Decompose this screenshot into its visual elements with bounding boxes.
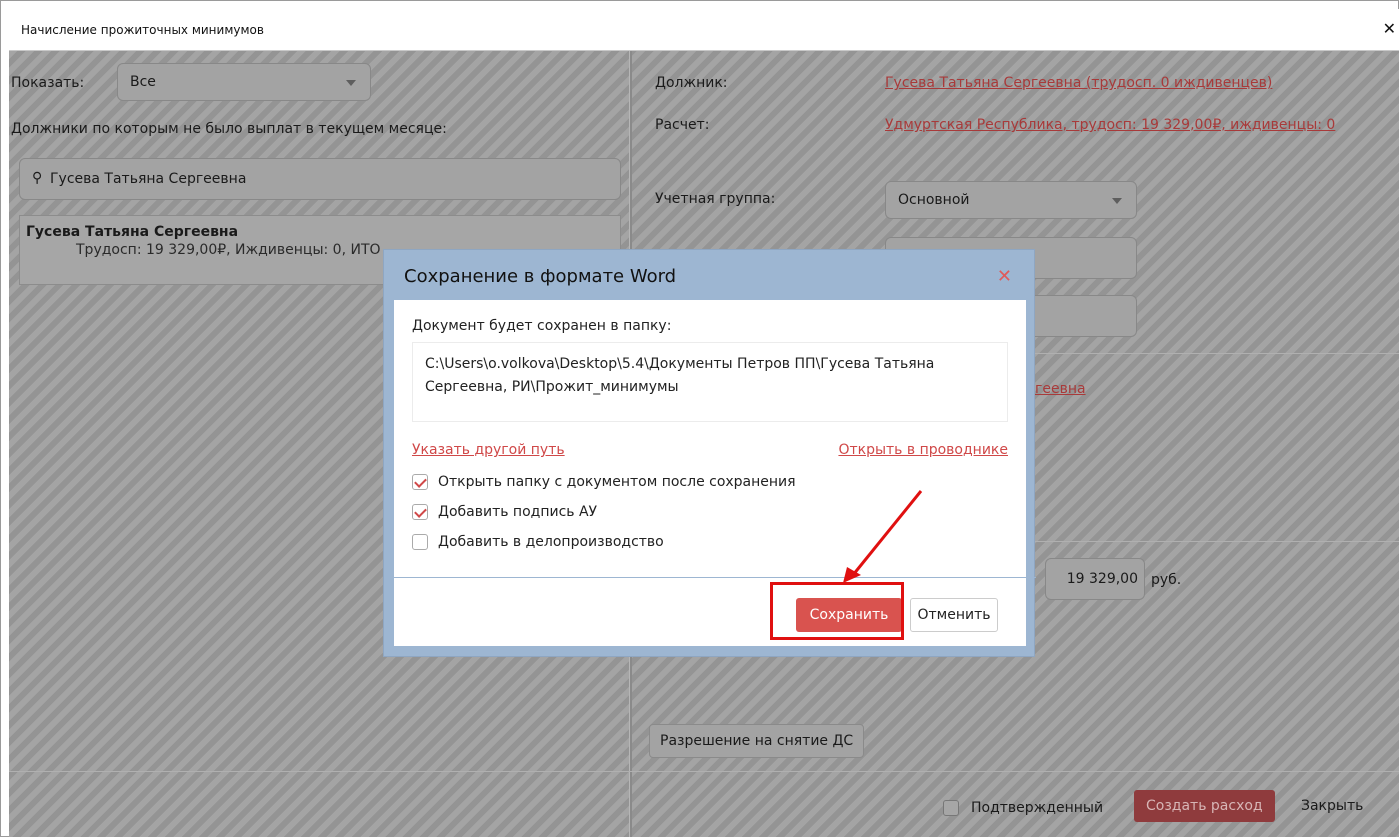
footer-divider [9, 771, 1399, 772]
folder-caption: Документ будет сохранен в папку: [412, 318, 672, 334]
amount-unit: руб. [1151, 572, 1182, 588]
debtor-label: Должник: [655, 75, 728, 91]
open-folder-label: Открыть папку с документом после сохране… [438, 474, 796, 490]
open-explorer-link[interactable]: Открыть в проводнике [838, 442, 1008, 458]
option-add-records[interactable]: Добавить в делопроизводство [412, 532, 664, 552]
dialog-divider [384, 577, 1036, 578]
calc-link[interactable]: Удмуртская Республика, трудосп: 19 329,0… [885, 117, 1335, 133]
chevron-down-icon [1112, 198, 1122, 204]
amount-value: 19 329,00 [1066, 571, 1138, 587]
open-folder-checkbox[interactable] [412, 474, 428, 490]
debtor-link[interactable]: Гусева Татьяна Сергеевна (трудосп. 0 ижд… [885, 75, 1272, 91]
account-group-label: Учетная группа: [655, 191, 776, 207]
permission-button[interactable]: Разрешение на снятие ДС [649, 724, 865, 758]
amount-input[interactable]: 19 329,00 [1045, 558, 1145, 600]
search-value: Гусева Татьяна Сергеевна [50, 171, 247, 187]
show-filter-value: Все [130, 74, 156, 90]
chevron-down-icon [346, 80, 356, 86]
window-title: Начисление прожиточных минимумов [21, 23, 264, 37]
option-open-folder[interactable]: Открыть папку с документом после сохране… [412, 472, 796, 492]
account-group-value: Основной [898, 192, 970, 208]
add-signature-checkbox[interactable] [412, 504, 428, 520]
other-path-link[interactable]: Указать другой путь [412, 442, 565, 458]
debtor-search-input[interactable]: ⚲ Гусева Татьяна Сергеевна [19, 158, 621, 200]
confirmed-label: Подтвержденный [971, 800, 1104, 816]
debtor-name: Гусева Татьяна Сергеевна [26, 224, 239, 240]
dialog-body: Документ будет сохранен в папку: C:\User… [384, 300, 1036, 646]
save-word-dialog: Сохранение в формате Word ✕ Документ буд… [383, 249, 1036, 657]
debtors-caption: Должники по которым не было выплат в тек… [11, 121, 447, 137]
show-filter-select[interactable]: Все [117, 63, 371, 101]
dialog-title: Сохранение в формате Word [404, 266, 677, 287]
search-icon: ⚲ [32, 170, 43, 186]
partial-debtor-link[interactable]: геевна [1035, 381, 1086, 397]
close-button[interactable]: Закрыть [1291, 790, 1373, 822]
calc-label: Расчет: [655, 117, 710, 133]
save-button-highlight [770, 582, 904, 640]
section-divider [1035, 353, 1399, 354]
window-close-icon[interactable]: ✕ [1383, 19, 1396, 38]
title-bar: Начисление прожиточных минимумов ✕ [9, 9, 1399, 51]
create-expense-button[interactable]: Создать расход [1134, 790, 1275, 822]
save-path-field[interactable]: C:\Users\o.volkova\Desktop\5.4\Документы… [412, 342, 1008, 422]
add-records-checkbox[interactable] [412, 534, 428, 550]
debtor-details: Трудосп: 19 329,00₽, Иждивенцы: 0, ИТО [76, 242, 381, 258]
cancel-button[interactable]: Отменить [910, 598, 998, 632]
option-add-signature[interactable]: Добавить подпись АУ [412, 502, 597, 522]
add-signature-label: Добавить подпись АУ [438, 504, 598, 520]
main-window: Начисление прожиточных минимумов ✕ Показ… [0, 0, 1399, 837]
account-group-select[interactable]: Основной [885, 181, 1137, 219]
confirmed-checkbox[interactable] [943, 800, 959, 816]
section-divider [1035, 541, 1399, 542]
dialog-close-icon[interactable]: ✕ [997, 266, 1012, 287]
add-records-label: Добавить в делопроизводство [438, 534, 664, 550]
show-label: Показать: [11, 75, 85, 91]
